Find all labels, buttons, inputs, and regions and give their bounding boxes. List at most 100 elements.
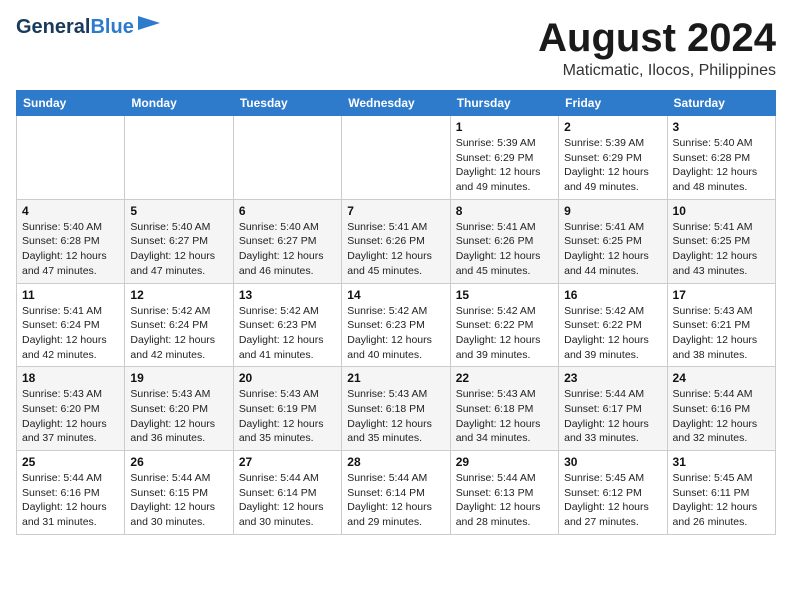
- day-info: Sunrise: 5:43 AM Sunset: 6:19 PM Dayligh…: [239, 387, 336, 446]
- day-info: Sunrise: 5:40 AM Sunset: 6:27 PM Dayligh…: [239, 220, 336, 279]
- day-number: 12: [130, 288, 227, 302]
- calendar-cell: 27 Sunrise: 5:44 AM Sunset: 6:14 PM Dayli…: [233, 451, 341, 535]
- logo-flag-icon: [138, 16, 160, 35]
- day-info: Sunrise: 5:42 AM Sunset: 6:22 PM Dayligh…: [456, 304, 553, 363]
- day-info: Sunrise: 5:41 AM Sunset: 6:25 PM Dayligh…: [673, 220, 770, 279]
- day-number: 9: [564, 204, 661, 218]
- calendar-cell: 5 Sunrise: 5:40 AM Sunset: 6:27 PM Daylig…: [125, 199, 233, 283]
- day-number: 20: [239, 371, 336, 385]
- day-header-sunday: Sunday: [17, 91, 125, 116]
- calendar-cell: [17, 116, 125, 200]
- calendar-week-5: 25Sunrise: 5:44 AM Sunset: 6:16 PM Dayli…: [17, 451, 776, 535]
- day-number: 17: [673, 288, 770, 302]
- day-number: 24: [673, 371, 770, 385]
- calendar-cell: 1Sunrise: 5:39 AM Sunset: 6:29 PM Daylig…: [450, 116, 558, 200]
- day-number: 6: [239, 204, 336, 218]
- day-info: Sunrise: 5:42 AM Sunset: 6:23 PM Dayligh…: [239, 304, 336, 363]
- calendar-week-3: 11Sunrise: 5:41 AM Sunset: 6:24 PM Dayli…: [17, 283, 776, 367]
- day-header-monday: Monday: [125, 91, 233, 116]
- calendar-cell: 8 Sunrise: 5:41 AM Sunset: 6:26 PM Daylig…: [450, 199, 558, 283]
- calendar-week-4: 18 Sunrise: 5:43 AM Sunset: 6:20 PM Dayli…: [17, 367, 776, 451]
- calendar-cell: 13Sunrise: 5:42 AM Sunset: 6:23 PM Dayli…: [233, 283, 341, 367]
- day-number: 14: [347, 288, 444, 302]
- page-subtitle: Maticmatic, Ilocos, Philippines: [538, 62, 776, 80]
- day-number: 29: [456, 455, 553, 469]
- day-info: Sunrise: 5:40 AM Sunset: 6:28 PM Dayligh…: [673, 136, 770, 195]
- day-info: Sunrise: 5:44 AM Sunset: 6:17 PM Dayligh…: [564, 387, 661, 446]
- calendar-cell: 9 Sunrise: 5:41 AM Sunset: 6:25 PM Daylig…: [559, 199, 667, 283]
- day-info: Sunrise: 5:43 AM Sunset: 6:20 PM Dayligh…: [22, 387, 119, 446]
- logo-blue-text: Blue: [90, 16, 133, 39]
- day-info: Sunrise: 5:43 AM Sunset: 6:18 PM Dayligh…: [347, 387, 444, 446]
- day-number: 26: [130, 455, 227, 469]
- day-number: 21: [347, 371, 444, 385]
- calendar-cell: 23 Sunrise: 5:44 AM Sunset: 6:17 PM Dayli…: [559, 367, 667, 451]
- day-info: Sunrise: 5:44 AM Sunset: 6:14 PM Dayligh…: [347, 471, 444, 530]
- logo-general-text: General: [16, 16, 90, 39]
- day-info: Sunrise: 5:42 AM Sunset: 6:24 PM Dayligh…: [130, 304, 227, 363]
- calendar-cell: 4 Sunrise: 5:40 AM Sunset: 6:28 PM Daylig…: [17, 199, 125, 283]
- day-info: Sunrise: 5:39 AM Sunset: 6:29 PM Dayligh…: [564, 136, 661, 195]
- day-info: Sunrise: 5:43 AM Sunset: 6:20 PM Dayligh…: [130, 387, 227, 446]
- day-number: 19: [130, 371, 227, 385]
- calendar-cell: 12 Sunrise: 5:42 AM Sunset: 6:24 PM Dayli…: [125, 283, 233, 367]
- calendar-cell: 26 Sunrise: 5:44 AM Sunset: 6:15 PM Dayli…: [125, 451, 233, 535]
- day-header-saturday: Saturday: [667, 91, 775, 116]
- calendar-cell: 25Sunrise: 5:44 AM Sunset: 6:16 PM Dayli…: [17, 451, 125, 535]
- day-number: 22: [456, 371, 553, 385]
- calendar-cell: 6 Sunrise: 5:40 AM Sunset: 6:27 PM Daylig…: [233, 199, 341, 283]
- day-number: 5: [130, 204, 227, 218]
- day-info: Sunrise: 5:40 AM Sunset: 6:27 PM Dayligh…: [130, 220, 227, 279]
- day-info: Sunrise: 5:40 AM Sunset: 6:28 PM Dayligh…: [22, 220, 119, 279]
- day-header-tuesday: Tuesday: [233, 91, 341, 116]
- day-number: 3: [673, 120, 770, 134]
- calendar-cell: 14 Sunrise: 5:42 AM Sunset: 6:23 PM Dayli…: [342, 283, 450, 367]
- title-area: August 2024 Maticmatic, Ilocos, Philippi…: [538, 16, 776, 80]
- calendar-table: SundayMondayTuesdayWednesdayThursdayFrid…: [16, 90, 776, 535]
- day-number: 30: [564, 455, 661, 469]
- calendar-cell: 24 Sunrise: 5:44 AM Sunset: 6:16 PM Dayli…: [667, 367, 775, 451]
- day-info: Sunrise: 5:44 AM Sunset: 6:14 PM Dayligh…: [239, 471, 336, 530]
- day-number: 10: [673, 204, 770, 218]
- calendar-cell: 21 Sunrise: 5:43 AM Sunset: 6:18 PM Dayli…: [342, 367, 450, 451]
- calendar-cell: 16Sunrise: 5:42 AM Sunset: 6:22 PM Dayli…: [559, 283, 667, 367]
- day-info: Sunrise: 5:44 AM Sunset: 6:16 PM Dayligh…: [673, 387, 770, 446]
- calendar-cell: 11Sunrise: 5:41 AM Sunset: 6:24 PM Dayli…: [17, 283, 125, 367]
- calendar-cell: 20 Sunrise: 5:43 AM Sunset: 6:19 PM Dayli…: [233, 367, 341, 451]
- calendar-cell: 18 Sunrise: 5:43 AM Sunset: 6:20 PM Dayli…: [17, 367, 125, 451]
- day-info: Sunrise: 5:43 AM Sunset: 6:21 PM Dayligh…: [673, 304, 770, 363]
- calendar-cell: [125, 116, 233, 200]
- day-info: Sunrise: 5:44 AM Sunset: 6:13 PM Dayligh…: [456, 471, 553, 530]
- calendar-header: SundayMondayTuesdayWednesdayThursdayFrid…: [17, 91, 776, 116]
- day-number: 28: [347, 455, 444, 469]
- day-info: Sunrise: 5:41 AM Sunset: 6:26 PM Dayligh…: [456, 220, 553, 279]
- day-info: Sunrise: 5:42 AM Sunset: 6:23 PM Dayligh…: [347, 304, 444, 363]
- calendar-cell: 19 Sunrise: 5:43 AM Sunset: 6:20 PM Dayli…: [125, 367, 233, 451]
- day-number: 31: [673, 455, 770, 469]
- day-number: 16: [564, 288, 661, 302]
- calendar-week-2: 4 Sunrise: 5:40 AM Sunset: 6:28 PM Daylig…: [17, 199, 776, 283]
- calendar-cell: 22Sunrise: 5:43 AM Sunset: 6:18 PM Dayli…: [450, 367, 558, 451]
- day-header-friday: Friday: [559, 91, 667, 116]
- day-number: 2: [564, 120, 661, 134]
- day-number: 8: [456, 204, 553, 218]
- day-header-thursday: Thursday: [450, 91, 558, 116]
- calendar-cell: 28 Sunrise: 5:44 AM Sunset: 6:14 PM Dayli…: [342, 451, 450, 535]
- day-info: Sunrise: 5:44 AM Sunset: 6:15 PM Dayligh…: [130, 471, 227, 530]
- calendar-cell: 2 Sunrise: 5:39 AM Sunset: 6:29 PM Daylig…: [559, 116, 667, 200]
- day-number: 4: [22, 204, 119, 218]
- header: General Blue August 2024 Maticmatic, Ilo…: [16, 16, 776, 80]
- day-number: 11: [22, 288, 119, 302]
- day-number: 23: [564, 371, 661, 385]
- day-number: 18: [22, 371, 119, 385]
- day-number: 7: [347, 204, 444, 218]
- logo: General Blue: [16, 16, 160, 39]
- page-title: August 2024: [538, 16, 776, 60]
- day-number: 27: [239, 455, 336, 469]
- calendar-cell: 17 Sunrise: 5:43 AM Sunset: 6:21 PM Dayli…: [667, 283, 775, 367]
- calendar-body: 1 Sunrise: 5:39 AM Sunset: 6:29 PM Daylig…: [17, 116, 776, 535]
- day-info: Sunrise: 5:44 AM Sunset: 6:16 PM Dayligh…: [22, 471, 119, 530]
- calendar-week-1: 1 Sunrise: 5:39 AM Sunset: 6:29 PM Daylig…: [17, 116, 776, 200]
- day-info: Sunrise: 5:41 AM Sunset: 6:25 PM Dayligh…: [564, 220, 661, 279]
- day-number: 1: [456, 120, 553, 134]
